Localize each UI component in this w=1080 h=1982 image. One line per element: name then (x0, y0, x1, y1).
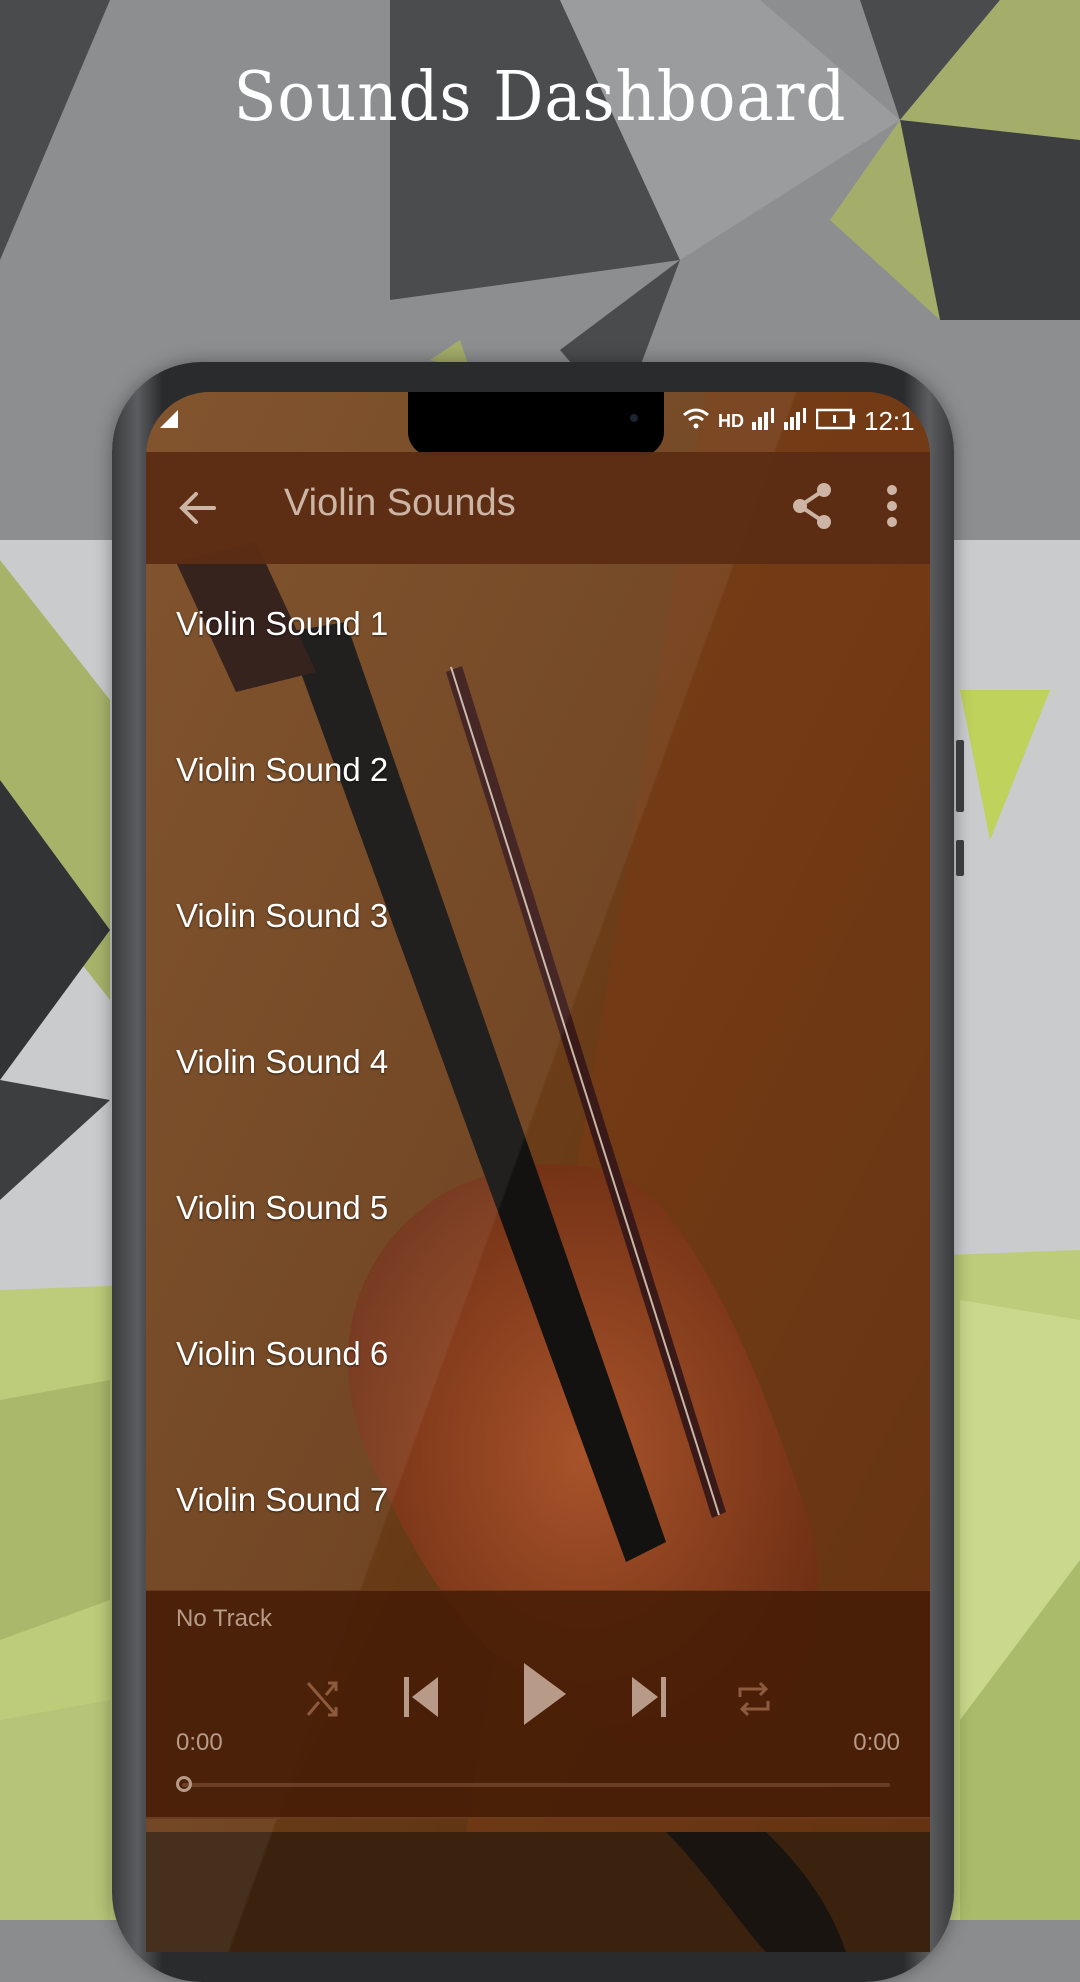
hd-call-icon: HD (718, 411, 744, 431)
status-bar: HD 12:1 (682, 406, 915, 437)
list-item-label: Violin Sound 6 (176, 1335, 389, 1372)
battery-icon (815, 406, 856, 437)
arrow-left-icon[interactable] (178, 488, 218, 528)
signal-icon (784, 406, 808, 437)
list-item-label: Violin Sound 4 (176, 1043, 389, 1080)
wifi-icon (682, 406, 710, 437)
app-screen: HD 12:1 Violin Sounds Violin Sound 1 Vio… (146, 392, 930, 1952)
seek-thumb[interactable] (176, 1776, 192, 1792)
list-item-label: Violin Sound 2 (176, 751, 389, 788)
skip-previous-icon[interactable] (402, 1675, 442, 1724)
list-item[interactable]: Violin Sound 6 (146, 1294, 930, 1414)
list-item[interactable]: Violin Sound 5 (146, 1148, 930, 1268)
status-time: 12:1 (864, 406, 915, 436)
seek-bar[interactable] (176, 1776, 890, 1792)
list-item[interactable]: Violin Sound 1 (146, 564, 930, 684)
list-item[interactable]: Violin Sound 3 (146, 856, 930, 976)
power-button (956, 840, 964, 876)
list-item[interactable]: Violin Sound 7 (146, 1440, 930, 1560)
media-player: No Track 0:00 0:00 (146, 1590, 930, 1819)
list-item-label: Violin Sound 5 (176, 1189, 389, 1226)
duration-time: 0:00 (853, 1729, 900, 1756)
volume-button (956, 740, 964, 812)
elapsed-time: 0:00 (176, 1729, 223, 1756)
more-vertical-icon[interactable] (886, 484, 898, 528)
front-camera (630, 414, 638, 422)
list-item[interactable]: Violin Sound 2 (146, 710, 930, 830)
skip-next-icon[interactable] (630, 1675, 670, 1724)
promo-headline: Sounds Dashboard (233, 58, 847, 137)
share-icon[interactable] (790, 482, 834, 530)
list-item-label: Violin Sound 1 (176, 605, 389, 642)
repeat-icon[interactable] (736, 1679, 772, 1724)
shuffle-icon[interactable] (306, 1679, 340, 1724)
app-bar: Violin Sounds (146, 452, 930, 564)
list-item-label: Violin Sound 3 (176, 897, 389, 934)
app-bar-title: Violin Sounds (284, 482, 516, 524)
list-item[interactable]: Violin Sound 4 (146, 1002, 930, 1122)
display-notch (408, 392, 664, 456)
track-title: No Track (176, 1605, 273, 1632)
list-item-label: Violin Sound 7 (176, 1481, 389, 1518)
play-icon[interactable] (522, 1661, 568, 1732)
signal-icon (752, 406, 776, 437)
